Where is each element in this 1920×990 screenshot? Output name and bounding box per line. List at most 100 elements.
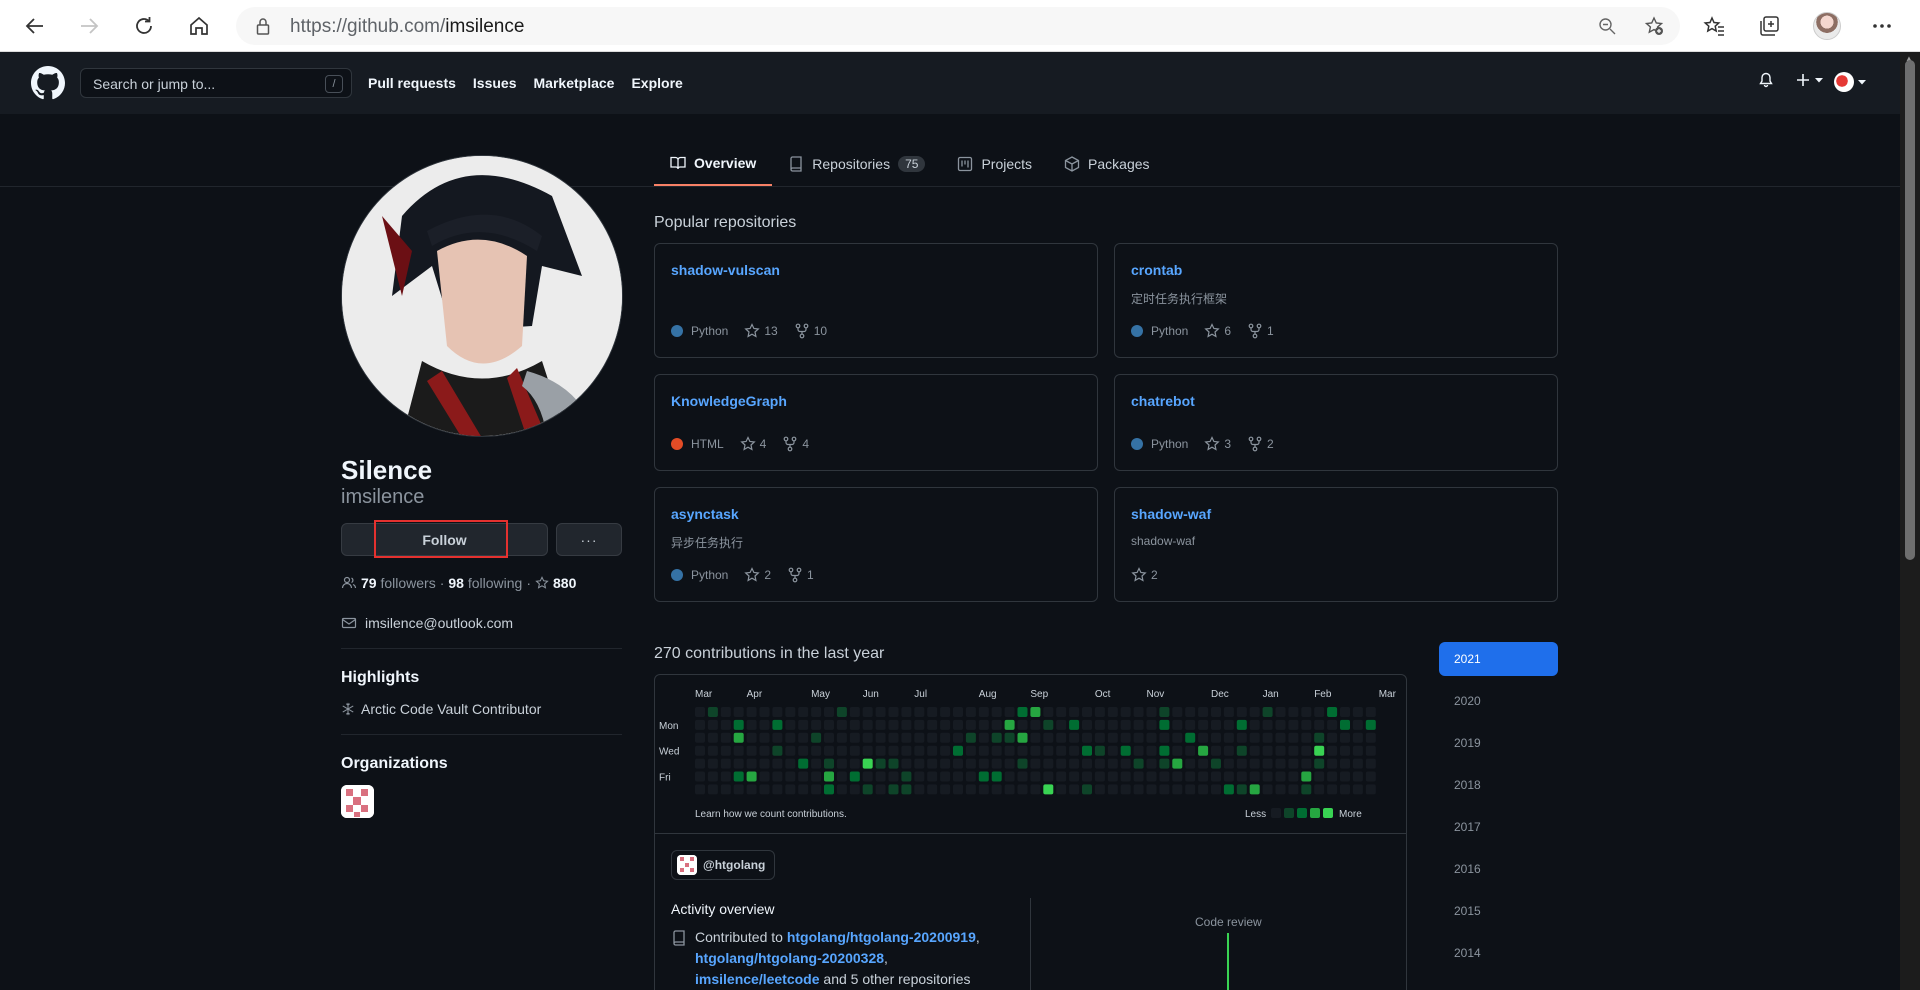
contribution-day[interactable] [1301,719,1312,730]
contribution-day[interactable] [1249,707,1260,717]
contribution-day[interactable] [759,745,770,756]
contribution-day[interactable] [1211,745,1221,756]
contribution-day[interactable] [695,707,705,717]
contribution-day[interactable] [1314,758,1325,769]
contribution-day[interactable] [1069,707,1080,717]
contribution-day[interactable] [1043,771,1054,782]
contribution-day[interactable] [1185,758,1196,769]
contribution-day[interactable] [746,707,757,717]
contribution-day[interactable] [1262,719,1273,730]
contribution-day[interactable] [953,771,963,782]
org-avatar-htgolang[interactable] [341,785,374,818]
contribution-day[interactable] [720,771,731,782]
contribution-day[interactable] [836,719,847,730]
contribution-day[interactable] [836,758,847,769]
contribution-day[interactable] [707,745,718,756]
contribution-day[interactable] [772,771,783,782]
contribution-day[interactable] [1120,771,1131,782]
contribution-day[interactable] [1314,719,1325,730]
contribution-day[interactable] [720,707,731,717]
contribution-day[interactable] [1133,745,1144,756]
contribution-day[interactable] [978,745,989,756]
contribution-day[interactable] [1198,758,1209,769]
contribution-day[interactable] [759,758,770,769]
contribution-day[interactable] [862,732,873,743]
contribution-day[interactable] [875,758,886,769]
contribution-day[interactable] [1340,771,1350,782]
contribution-day[interactable] [1314,745,1325,756]
contribution-day[interactable] [1288,771,1299,782]
contribution-day[interactable] [733,784,744,795]
contribution-day[interactable] [888,732,899,743]
contribution-day[interactable] [733,707,744,717]
contribution-day[interactable] [875,732,886,743]
following-link[interactable]: 98 following [448,575,522,591]
contribution-day[interactable] [1352,758,1363,769]
contribution-day[interactable] [965,732,976,743]
contribution-day[interactable] [978,771,989,782]
contribution-day[interactable] [1236,758,1247,769]
contribution-day[interactable] [965,758,976,769]
contribution-day[interactable] [798,745,809,756]
forks-link[interactable]: 10 [794,323,827,339]
stars-link[interactable]: 6 [1204,323,1231,339]
user-menu-button[interactable] [1834,72,1866,92]
tab-projects[interactable]: Projects [941,142,1048,186]
profile-avatar[interactable] [341,155,623,437]
contribution-day[interactable] [811,707,822,717]
contribution-day[interactable] [978,719,989,730]
contribution-day[interactable] [1275,707,1286,717]
contribution-day[interactable] [1172,758,1183,769]
contribution-day[interactable] [991,758,1002,769]
contribution-day[interactable] [1082,784,1092,795]
contribution-day[interactable] [1275,758,1286,769]
nav-pull-requests[interactable]: Pull requests [368,75,456,91]
contribution-day[interactable] [1262,771,1273,782]
browser-menu-button[interactable] [1865,9,1899,43]
contribution-day[interactable] [1069,732,1080,743]
contribution-day[interactable] [746,784,757,795]
contribution-day[interactable] [1133,732,1144,743]
contribution-day[interactable] [1017,707,1028,717]
contribution-day[interactable] [1211,784,1221,795]
contribution-day[interactable] [695,719,705,730]
stars-link[interactable]: 13 [744,323,778,339]
contribution-day[interactable] [1314,707,1325,717]
contribution-day[interactable] [849,732,860,743]
contribution-day[interactable] [953,784,963,795]
contribution-day[interactable] [811,745,822,756]
contribution-day[interactable] [991,732,1002,743]
contribution-day[interactable] [1185,732,1196,743]
contribution-day[interactable] [824,771,834,782]
contribution-day[interactable] [875,771,886,782]
forks-link[interactable]: 1 [787,567,814,583]
contribution-day[interactable] [1082,719,1092,730]
contribution-day[interactable] [1094,771,1105,782]
contribution-day[interactable] [965,771,976,782]
year-2021[interactable]: 2021 [1439,642,1558,676]
search-input[interactable]: Search or jump to... / [80,68,352,98]
repo-link[interactable]: chatrebot [1131,393,1195,409]
contribution-day[interactable] [875,719,886,730]
contribution-day[interactable] [824,745,834,756]
contribution-day[interactable] [862,719,873,730]
year-2018[interactable]: 2018 [1439,768,1558,802]
contribution-day[interactable] [940,745,951,756]
contribution-day[interactable] [1249,732,1260,743]
contribution-day[interactable] [695,758,705,769]
forks-link[interactable]: 4 [782,436,809,452]
contribution-day[interactable] [1198,719,1209,730]
contribution-day[interactable] [1236,784,1247,795]
contribution-day[interactable] [888,784,899,795]
contribution-day[interactable] [849,784,860,795]
contribution-day[interactable] [888,771,899,782]
contribution-day[interactable] [1043,719,1054,730]
contribution-day[interactable] [1056,732,1067,743]
contribution-day[interactable] [720,784,731,795]
contribution-day[interactable] [1107,758,1118,769]
contribution-day[interactable] [1288,784,1299,795]
contribution-day[interactable] [1223,745,1234,756]
contribution-day[interactable] [888,745,899,756]
back-button[interactable] [18,9,52,43]
tab-overview[interactable]: Overview [654,142,773,186]
